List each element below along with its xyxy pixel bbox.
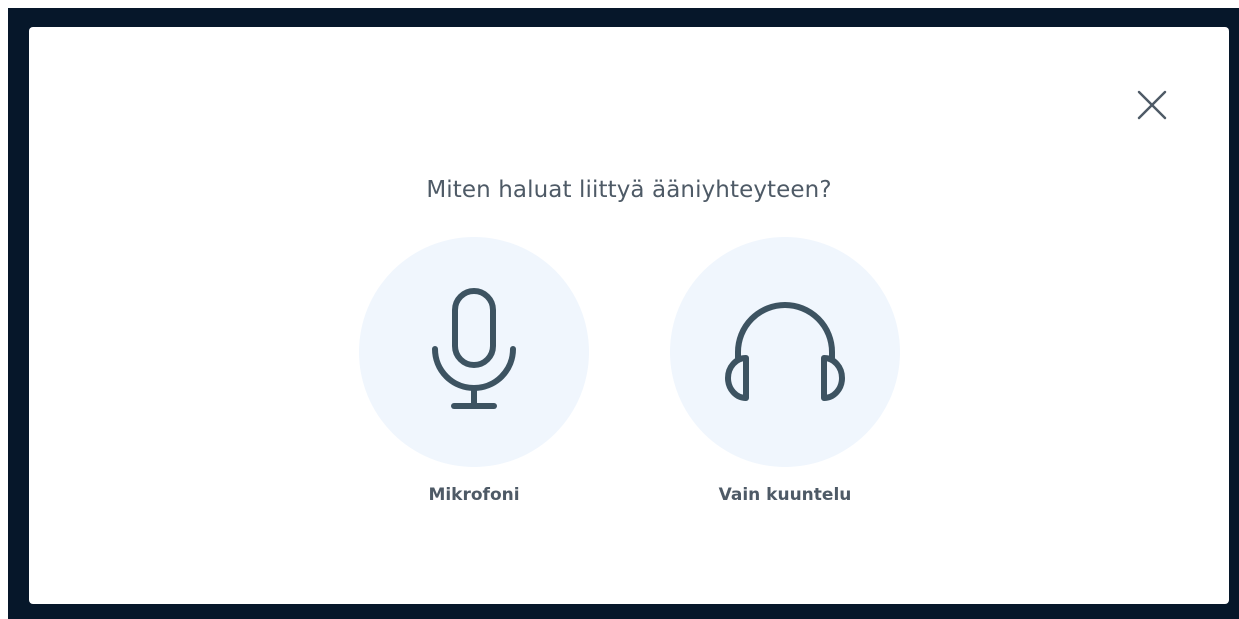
microphone-option-button[interactable]: Mikrofoni xyxy=(359,237,589,505)
listen-only-option-button[interactable]: Vain kuuntelu xyxy=(670,237,900,505)
close-button[interactable] xyxy=(1134,87,1170,123)
headphones-icon xyxy=(725,302,845,401)
microphone-icon xyxy=(432,288,516,409)
microphone-option-circle[interactable] xyxy=(359,237,589,467)
listen-only-option-label[interactable]: Vain kuuntelu xyxy=(719,485,852,505)
listen-only-option-circle[interactable] xyxy=(670,237,900,467)
dialog-title: Miten haluat liittyä ääniyhteyteen? xyxy=(426,177,832,203)
audio-join-dialog: Miten haluat liittyä ääniyhteyteen? Mikr… xyxy=(29,27,1229,604)
microphone-option-label[interactable]: Mikrofoni xyxy=(428,485,519,505)
close-icon xyxy=(1137,90,1167,120)
